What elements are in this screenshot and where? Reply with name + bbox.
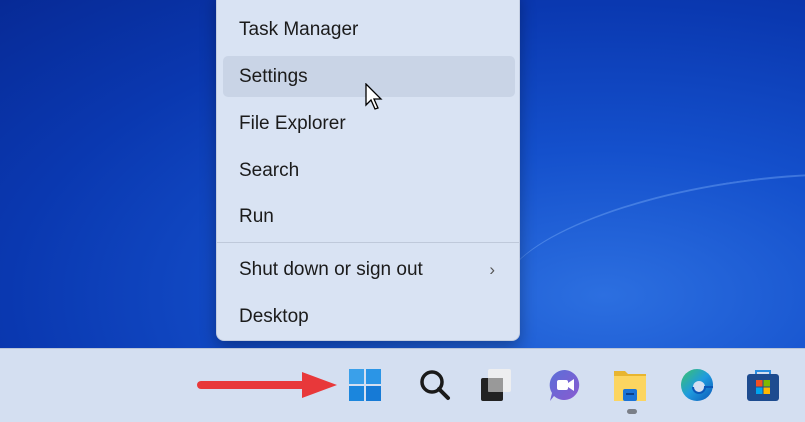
wallpaper-wave <box>491 145 805 375</box>
menu-item-run[interactable]: Run <box>223 196 515 237</box>
search-icon[interactable] <box>418 368 452 402</box>
task-view-icon[interactable] <box>480 368 514 402</box>
mouse-cursor-icon <box>365 83 383 110</box>
windows-start-icon[interactable] <box>348 368 382 402</box>
menu-item-label: Task Manager <box>239 19 359 40</box>
menu-item-label: File Explorer <box>239 113 346 134</box>
chevron-right-icon: › <box>489 260 495 279</box>
menu-item-label: Shut down or sign out <box>239 259 423 280</box>
menu-item-desktop[interactable]: Desktop <box>223 296 515 337</box>
menu-item-search[interactable]: Search <box>223 150 515 191</box>
menu-item-label: Search <box>239 160 300 181</box>
running-indicator <box>627 409 637 414</box>
file-explorer-icon[interactable] <box>613 368 647 402</box>
teams-chat-icon[interactable] <box>548 368 582 402</box>
menu-item-label: Settings <box>239 66 308 87</box>
menu-item-label: Desktop <box>239 306 309 327</box>
start-context-menu: Task Manager Settings File Explorer Sear… <box>216 0 520 341</box>
menu-item-label: Run <box>239 206 274 227</box>
menu-item-task-manager[interactable]: Task Manager <box>223 9 515 50</box>
edge-icon[interactable] <box>680 368 714 402</box>
store-icon[interactable] <box>746 368 780 402</box>
red-arrow-annotation <box>197 372 337 398</box>
menu-item-shut-down[interactable]: Shut down or sign out › <box>223 249 515 290</box>
menu-divider <box>217 242 519 243</box>
